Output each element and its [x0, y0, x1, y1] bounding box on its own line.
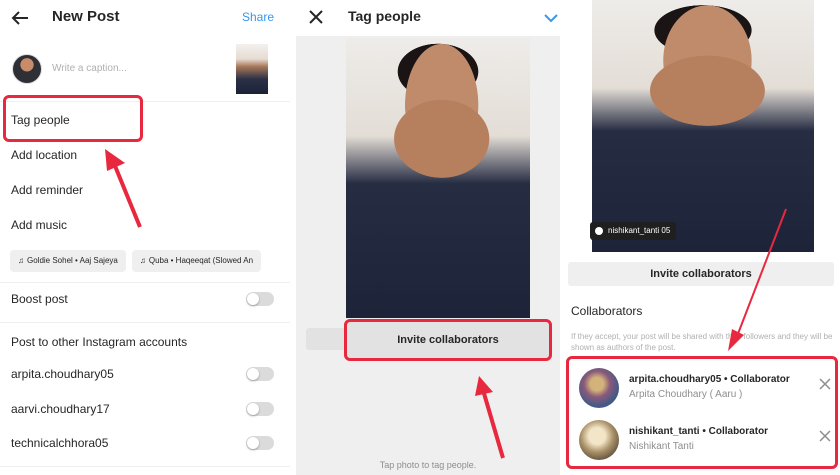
account-label: aarvi.choudhary17 [11, 402, 110, 416]
collaborator-row[interactable]: nishikant_tanti • Collaborator Nishikant… [575, 414, 837, 464]
music-chip-label: Goldie Sohel • Aaj Sajeya [27, 256, 118, 265]
post-thumbnail [236, 44, 268, 94]
page-title: Tag people [348, 8, 421, 24]
add-reminder-label: Add reminder [11, 183, 84, 197]
divider [0, 466, 290, 467]
add-reminder-row[interactable]: Add reminder [0, 172, 290, 207]
account-label: arpita.choudhary05 [11, 367, 114, 381]
remove-icon[interactable] [819, 430, 831, 442]
remove-icon[interactable] [819, 378, 831, 390]
music-note-icon: ♫ [18, 256, 24, 265]
add-location-row[interactable]: Add location [0, 137, 290, 172]
post-photo[interactable] [592, 0, 814, 252]
avatar [579, 368, 619, 408]
collaborators-heading: Collaborators [571, 304, 643, 318]
collaborators-highlight: arpita.choudhary05 • Collaborator Arpita… [566, 356, 838, 469]
account-toggle[interactable] [246, 367, 274, 381]
user-tag-icon [595, 227, 603, 235]
music-suggestions: ♫ Goldie Sohel • Aaj Sajeya ♫ Quba • Haqeeq… [10, 250, 267, 272]
close-icon[interactable] [308, 9, 324, 25]
collaborators-screen: nishikant_tanti 05 Invite collaborators … [562, 0, 840, 475]
back-arrow-icon[interactable] [10, 8, 30, 28]
collaborator-name: nishikant_tanti • Collaborator [629, 426, 769, 437]
user-tag[interactable]: nishikant_tanti 05 [590, 222, 677, 240]
new-post-screen: New Post Share Write a caption... Tag pe… [0, 0, 290, 475]
add-music-row[interactable]: Add music [0, 207, 290, 242]
tag-people-highlight [3, 95, 143, 142]
avatar [12, 54, 42, 84]
share-button[interactable]: Share [242, 10, 274, 24]
caption-row: Write a caption... [0, 36, 290, 102]
add-music-label: Add music [11, 218, 68, 232]
music-chip-label: Quba • Haqeeqat (Slowed An [148, 256, 254, 265]
invite-collaborators-button[interactable]: Invite collaborators [344, 319, 552, 361]
page-title: New Post [52, 8, 120, 25]
boost-post-label: Boost post [11, 292, 68, 306]
avatar [579, 420, 619, 460]
music-note-icon: ♫ [139, 256, 146, 265]
account-toggle[interactable] [246, 402, 274, 416]
account-toggle[interactable] [246, 436, 274, 450]
check-icon[interactable] [544, 11, 558, 25]
collaborator-row[interactable]: arpita.choudhary05 • Collaborator Arpita… [575, 362, 837, 412]
user-tag-label: nishikant_tanti 05 [608, 226, 671, 235]
add-location-label: Add location [11, 148, 78, 162]
other-accounts-heading: Post to other Instagram accounts [11, 335, 188, 349]
invite-collaborators-label: Invite collaborators [397, 334, 499, 346]
collaborator-name: arpita.choudhary05 • Collaborator [629, 374, 790, 385]
divider [0, 322, 290, 323]
collaborator-fullname: Arpita Choudhary ( Aaru ) [629, 389, 743, 400]
tag-people-screen: Tag people Invite collaborators Tap phot… [296, 0, 560, 475]
invite-collaborators-label: Invite collaborators [650, 268, 752, 280]
invite-collaborators-button[interactable]: Invite collaborators [568, 262, 834, 286]
divider [0, 282, 290, 283]
collaborator-fullname: Nishikant Tanti [629, 441, 694, 452]
music-chip[interactable]: ♫ Goldie Sohel • Aaj Sajeya [10, 250, 126, 272]
post-photo[interactable] [346, 38, 530, 318]
boost-post-toggle[interactable] [246, 292, 274, 306]
collaborators-description: If they accept, your post will be shared… [571, 332, 833, 352]
tag-people-header: Tag people [296, 0, 560, 36]
tap-photo-hint: Tap photo to tag people. [379, 460, 477, 470]
annotation-arrow [475, 376, 505, 459]
account-label: technicalchhora05 [11, 436, 109, 450]
music-chip[interactable]: ♫ Quba • Haqeeqat (Slowed An [131, 250, 262, 272]
caption-input[interactable]: Write a caption... [52, 63, 127, 74]
new-post-header: New Post Share [0, 0, 290, 36]
